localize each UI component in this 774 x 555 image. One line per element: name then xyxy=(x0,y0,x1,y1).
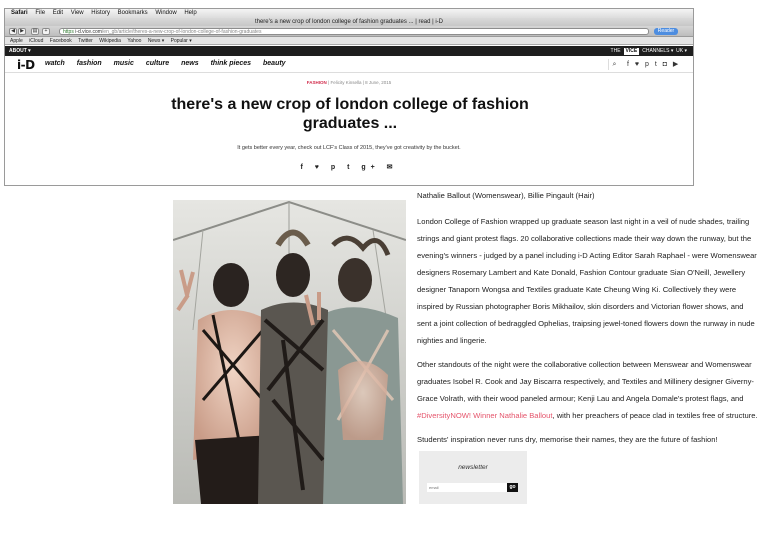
nav-news[interactable]: news xyxy=(181,60,199,67)
article-meta: FASHION | Felicity Kinsella | 8 June, 20… xyxy=(5,80,693,85)
paragraph-1: London College of Fashion wrapped up gra… xyxy=(417,217,757,345)
category-tag[interactable]: FASHION xyxy=(307,80,327,85)
url-path: /en_gb/article/theres-a-new-crop-of-lond… xyxy=(101,29,262,35)
byline: | Felicity Kinsella | 8 June, 2015 xyxy=(328,80,392,85)
region-select[interactable]: UK ▾ xyxy=(676,48,687,54)
menu-safari[interactable]: Safari xyxy=(11,9,28,18)
nav-fashion[interactable]: fashion xyxy=(77,60,102,67)
menu-view[interactable]: View xyxy=(71,9,84,18)
photo-credit: Nathalie Ballout (Womenswear), Billie Pi… xyxy=(417,191,595,200)
menu-file[interactable]: File xyxy=(35,9,45,18)
nav-culture[interactable]: culture xyxy=(146,60,169,67)
newsletter-box: newsletter go xyxy=(419,451,527,504)
article-header: FASHION | Felicity Kinsella | 8 June, 20… xyxy=(5,74,693,185)
article-dek: It gets better every year, check out LCF… xyxy=(237,145,461,151)
id-logo[interactable]: i-D xyxy=(17,58,35,72)
url-protocol: https xyxy=(63,29,74,35)
site-nav: i-D watch fashion music culture news thi… xyxy=(5,56,693,73)
title-bar: there's a new crop of london college of … xyxy=(5,18,693,26)
nav-social-icons[interactable]: f ♥ p t ◘ ▶ xyxy=(627,59,680,70)
nav-links: watch fashion music culture news think p… xyxy=(45,60,296,67)
mac-menubar: Safari File Edit View History Bookmarks … xyxy=(5,9,693,18)
bookmarks-bar: Apple iCloud Facebook Twitter Wikipedia … xyxy=(5,37,693,45)
channels-label[interactable]: CHANNELS ▾ xyxy=(642,48,673,54)
vice-top-bar: ABOUT ▾ THE VICE CHANNELS ▾ UK ▾ xyxy=(5,46,693,56)
about-menu[interactable]: ABOUT ▾ xyxy=(9,46,31,56)
browser-toolbar: ◀ ▶ ▤ + https i-d.vice.com/en_gb/article… xyxy=(5,26,693,37)
forward-button[interactable]: ▶ xyxy=(18,28,26,35)
bookmark-item[interactable]: Wikipedia xyxy=(99,37,121,45)
paragraph-2-text-b: , with her preachers of peace clad in te… xyxy=(552,411,758,420)
window-title: there's a new crop of london college of … xyxy=(254,19,444,25)
sidebar-icon[interactable]: ▤ xyxy=(31,28,39,35)
menu-window[interactable]: Window xyxy=(155,9,176,18)
add-icon[interactable]: + xyxy=(42,28,50,35)
article-photo xyxy=(173,200,406,504)
paragraph-3: Students' inspiration never runs dry, me… xyxy=(417,435,718,444)
bookmark-item[interactable]: iCloud xyxy=(29,37,43,45)
go-button[interactable]: go xyxy=(507,483,518,492)
paragraph-2-text-a: Other standouts of the night were the co… xyxy=(417,360,754,403)
nav-think-pieces[interactable]: think pieces xyxy=(211,60,251,67)
vice-logo[interactable]: VICE xyxy=(623,48,640,55)
article-body: Nathalie Ballout (Womenswear), Billie Pi… xyxy=(417,187,759,455)
the-label: THE xyxy=(610,48,621,54)
reader-button[interactable]: Reader xyxy=(654,28,678,35)
nav-watch[interactable]: watch xyxy=(45,60,65,67)
menu-help[interactable]: Help xyxy=(184,9,196,18)
browser-window: Safari File Edit View History Bookmarks … xyxy=(4,8,694,186)
page-title: there's a new crop of london college of … xyxy=(171,96,529,132)
bookmark-item[interactable]: News ▾ xyxy=(148,37,164,45)
diversity-now-link[interactable]: #DiversityNOW! Winner Nathalie Ballout xyxy=(417,411,552,420)
bookmark-item[interactable]: Twitter xyxy=(78,37,93,45)
bookmark-item[interactable]: Yahoo xyxy=(127,37,141,45)
address-bar[interactable]: https i-d.vice.com/en_gb/article/theres-… xyxy=(59,28,649,35)
menu-edit[interactable]: Edit xyxy=(53,9,63,18)
channels-menu[interactable]: THE VICE CHANNELS ▾ UK ▾ xyxy=(611,46,687,56)
menu-history[interactable]: History xyxy=(91,9,110,18)
paragraph-2: Other standouts of the night were the co… xyxy=(417,356,759,424)
bookmark-item[interactable]: Apple xyxy=(10,37,23,45)
email-field[interactable] xyxy=(427,483,507,492)
nav-beauty[interactable]: beauty xyxy=(263,60,286,67)
nav-music[interactable]: music xyxy=(114,60,134,67)
bookmark-item[interactable]: Popular ▾ xyxy=(171,37,192,45)
back-button[interactable]: ◀ xyxy=(9,28,17,35)
share-icons[interactable]: f ♥ p t g+ ✉ xyxy=(5,163,693,171)
url-host: i-d.vice.com xyxy=(75,29,102,35)
menu-bookmarks[interactable]: Bookmarks xyxy=(118,9,148,18)
photo-illustration xyxy=(173,200,406,504)
search-icon[interactable]: ⌕ xyxy=(608,59,620,70)
bookmark-item[interactable]: Facebook xyxy=(50,37,72,45)
newsletter-title: newsletter xyxy=(458,464,488,471)
